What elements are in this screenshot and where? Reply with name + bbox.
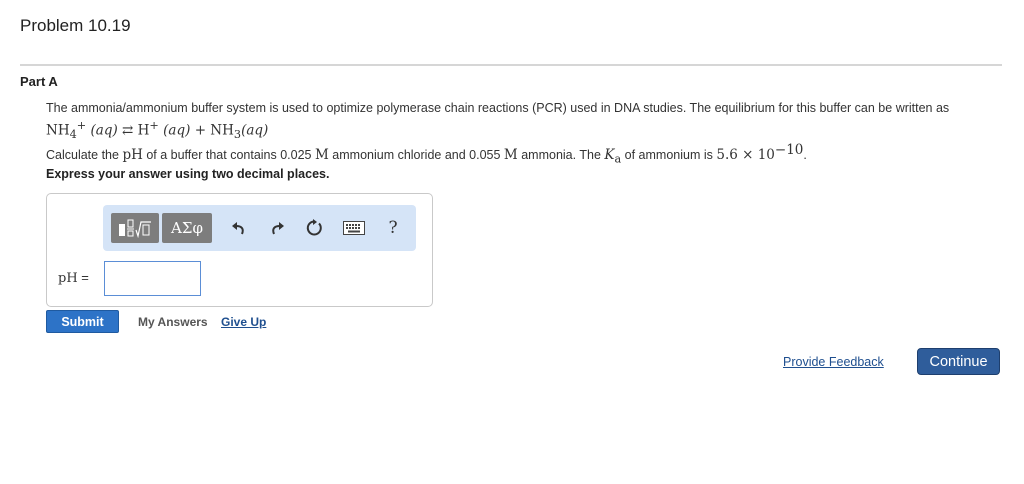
- eq-product-2: NH: [210, 122, 234, 139]
- part-label: Part A: [20, 74, 58, 89]
- equilibrium-equation: NH4+ (aq) ⇄ H+ (aq) + NH3(aq): [46, 118, 1006, 142]
- answer-label: pH =: [58, 270, 89, 286]
- answer-label-ph: pH: [58, 271, 78, 286]
- reset-icon[interactable]: [305, 218, 325, 238]
- calc-unit-2: M: [503, 147, 518, 164]
- templates-icon[interactable]: [111, 213, 159, 243]
- calc-t4: ammonia. The: [517, 148, 605, 163]
- my-answers-link[interactable]: My Answers: [138, 315, 208, 329]
- eq-phase-2: (aq): [163, 122, 191, 139]
- help-button[interactable]: ?: [383, 218, 403, 238]
- calc-exponent: −10: [774, 142, 804, 158]
- answer-box: ΑΣφ ? pH =: [46, 193, 433, 307]
- problem-title: Problem 10.19: [20, 16, 131, 35]
- eq-reactant: NH: [46, 122, 70, 139]
- calc-t1: Calculate the: [46, 148, 123, 163]
- eq-product-1-sup: +: [149, 119, 159, 132]
- question-intro: The ammonia/ammonium buffer system is us…: [46, 101, 950, 115]
- greek-button[interactable]: ΑΣφ: [162, 213, 212, 243]
- calc-unit-1: M: [314, 147, 329, 164]
- calc-line: Calculate the pH of a buffer that contai…: [46, 142, 1006, 168]
- eq-phase-3: (aq): [241, 122, 269, 139]
- continue-button[interactable]: Continue: [917, 348, 1000, 375]
- eq-product-2-sub: 3: [233, 128, 242, 142]
- calc-t2: of a buffer that contains 0.025: [142, 148, 315, 163]
- provide-feedback-link[interactable]: Provide Feedback: [783, 355, 884, 369]
- undo-icon[interactable]: [229, 218, 249, 238]
- calc-value: 5.6 × 10: [716, 147, 775, 164]
- calc-end: .: [803, 148, 807, 163]
- calc-t3: ammonium chloride and 0.055: [328, 148, 504, 163]
- eq-reactant-sub: 4: [69, 128, 77, 142]
- submit-button[interactable]: Submit: [46, 310, 119, 333]
- eq-phase-1: (aq): [90, 122, 118, 139]
- keyboard-icon[interactable]: [341, 218, 367, 238]
- equilibrium-arrow-icon: ⇄: [122, 122, 134, 139]
- eq-reactant-sup: +: [76, 119, 87, 132]
- divider: [20, 64, 1002, 66]
- math-toolbar: ΑΣφ ?: [103, 205, 416, 251]
- eq-product-1: H: [137, 122, 150, 139]
- eq-plus: +: [194, 122, 206, 139]
- answer-input[interactable]: [104, 261, 201, 296]
- redo-icon[interactable]: [267, 218, 287, 238]
- calc-ph: pH: [122, 147, 143, 164]
- calc-k: K: [604, 147, 615, 164]
- answer-label-equals: =: [77, 270, 89, 285]
- answer-instruction: Express your answer using two decimal pl…: [46, 167, 330, 181]
- give-up-link[interactable]: Give Up: [221, 315, 266, 329]
- calc-t5: of ammonium is: [621, 148, 717, 163]
- question-text: The ammonia/ammonium buffer system is us…: [46, 100, 1006, 168]
